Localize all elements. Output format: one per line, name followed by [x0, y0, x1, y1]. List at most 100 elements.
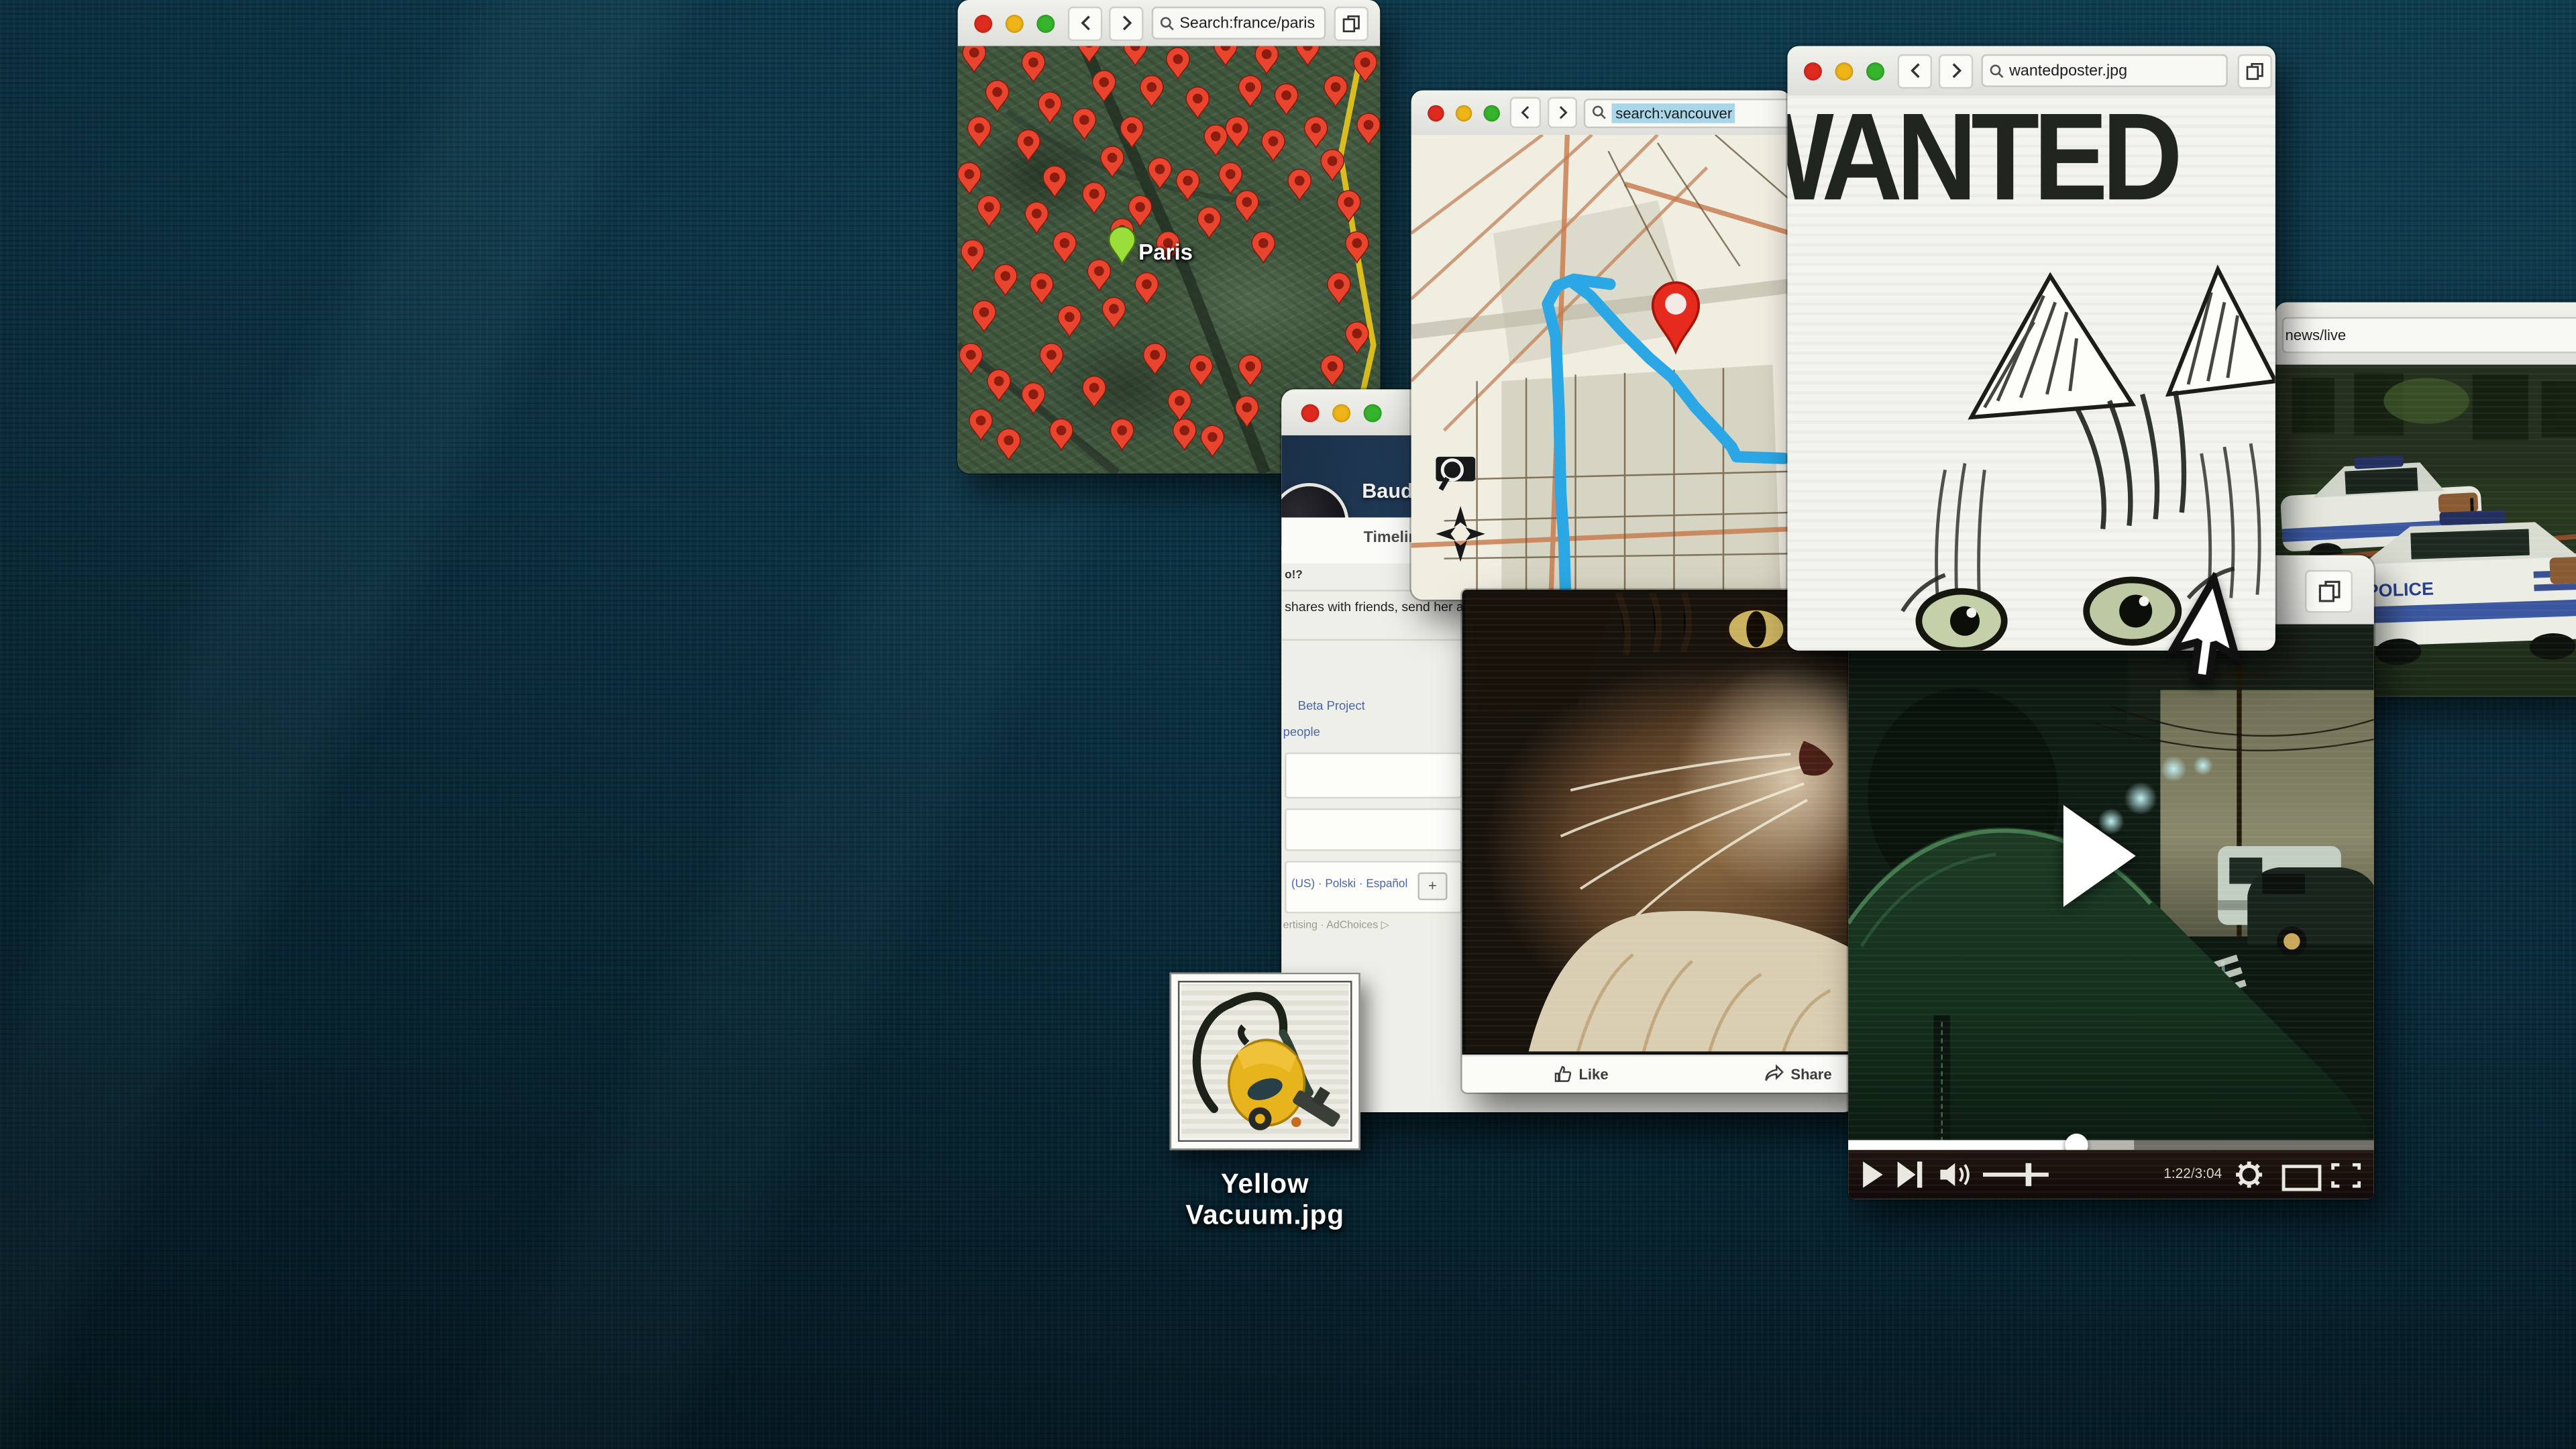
vancouver-browser-window: search:vancouver [1411, 91, 1791, 600]
streetview-camera-icon[interactable] [1434, 450, 1477, 493]
minimize-button[interactable] [1456, 105, 1472, 121]
zoom-button[interactable] [1483, 105, 1499, 121]
poster-paper: WANTED [1787, 95, 2275, 651]
settings-gear-icon[interactable] [2236, 1161, 2262, 1187]
paris-titlebar: Search:france/paris [958, 0, 1380, 48]
paris-place-label: Paris [1138, 240, 1193, 265]
window-controls [974, 14, 1055, 32]
volume-icon[interactable] [1940, 1163, 1976, 1186]
close-button[interactable] [1804, 62, 1822, 80]
text-fragment: o!? [1285, 570, 1303, 582]
zoom-button[interactable] [1036, 14, 1055, 32]
search-value-selected: search:vancouver [1612, 103, 1735, 122]
theater-mode-button[interactable] [2282, 1165, 2322, 1191]
file-name-line1: Yellow [1117, 1170, 1413, 1201]
news-titlebar: news/live [2275, 303, 2576, 367]
copy-icon [2246, 62, 2264, 80]
share-label: Share [1790, 1065, 1831, 1081]
video-player-window: 1:22/3:04 [1848, 555, 2374, 1199]
volume-slider[interactable] [1983, 1161, 2052, 1187]
time-display: 1:22/3:04 [2163, 1165, 2222, 1181]
minimize-button[interactable] [1332, 403, 1350, 421]
add-language-button[interactable]: + [1417, 872, 1447, 900]
vancouver-map-canvas[interactable] [1411, 135, 1791, 600]
share-button[interactable]: Share [1764, 1065, 1831, 1083]
footer-links[interactable]: ertising · AdChoices ▷ [1283, 918, 1389, 932]
close-button[interactable] [1428, 105, 1444, 121]
play-icon[interactable] [1862, 1161, 1884, 1187]
time-total: 3:04 [2195, 1165, 2222, 1181]
chevron-left-icon [1079, 15, 1092, 31]
vacuum-illustration [1181, 984, 1349, 1138]
file-value: wantedposter.jpg [2009, 62, 2127, 80]
facebook-card [1285, 808, 1462, 851]
chevron-left-icon [1519, 105, 1531, 120]
cat-photo-card: Like Share [1462, 590, 1857, 1092]
chevron-left-icon [1908, 62, 1921, 78]
chevron-right-icon [1949, 62, 1963, 78]
video-control-bar: 1:22/3:04 [1848, 1150, 2374, 1199]
poster-headline: WANTED [1787, 95, 2176, 228]
zoom-button[interactable] [1866, 62, 1884, 80]
address-input[interactable]: news/live [2282, 317, 2576, 354]
chevron-right-icon [1120, 15, 1133, 31]
share-arrow-icon [1764, 1065, 1784, 1083]
desktop-collage: Search:france/paris Paris [0, 0, 2576, 1449]
next-icon[interactable] [1898, 1161, 1924, 1187]
back-button[interactable] [1068, 6, 1102, 40]
zoom-button[interactable] [1364, 403, 1382, 421]
facebook-language-card: (US) · Polski · Español + [1285, 861, 1462, 913]
search-icon [1990, 63, 2004, 78]
wanted-poster-window: wantedposter.jpg WANTED [1787, 46, 2275, 651]
close-button[interactable] [1301, 403, 1320, 421]
thumbs-up-icon [1554, 1065, 1572, 1083]
file-name-label[interactable]: Yellow Vacuum.jpg [1117, 1170, 1413, 1232]
video-progress-track[interactable] [1848, 1140, 2374, 1150]
bio-text: shares with friends, send her a fr [1285, 600, 1462, 619]
file-thumbnail-yellow-vacuum[interactable] [1170, 973, 1360, 1150]
forward-button[interactable] [1109, 6, 1143, 40]
search-input[interactable]: search:vancouver [1585, 98, 1791, 127]
close-button[interactable] [974, 14, 992, 32]
link-beta-project[interactable]: Beta Project [1298, 698, 1365, 713]
video-frame[interactable] [1848, 625, 2374, 1147]
chevron-right-icon [1556, 105, 1568, 120]
link-people[interactable]: people [1283, 724, 1320, 739]
fullscreen-icon[interactable] [2331, 1163, 2361, 1188]
play-button[interactable] [2059, 802, 2141, 910]
window-controls [1301, 403, 1382, 421]
paris-green-pin-icon [1108, 227, 1137, 266]
forward-button[interactable] [1547, 97, 1578, 128]
copy-icon [2317, 580, 2340, 602]
search-icon [1160, 15, 1175, 30]
vacuum-image [1181, 984, 1349, 1138]
copy-icon [1342, 14, 1360, 32]
forward-button[interactable] [1939, 54, 1973, 88]
photo-action-bar: Like Share [1462, 1055, 1857, 1092]
police-text: POLICE [2366, 579, 2434, 601]
back-button[interactable] [1510, 97, 1541, 128]
minimize-button[interactable] [1835, 62, 1854, 80]
like-button[interactable]: Like [1554, 1065, 1609, 1083]
time-current: 1:22 [2163, 1165, 2191, 1181]
like-label: Like [1578, 1065, 1608, 1081]
new-window-button[interactable] [1334, 6, 1368, 40]
cat-photo [1462, 590, 1857, 1055]
cat-photo-detail [1462, 590, 1857, 1055]
minimize-button[interactable] [1006, 14, 1024, 32]
new-window-button[interactable] [2305, 570, 2353, 613]
file-input[interactable]: wantedposter.jpg [1981, 54, 2227, 87]
search-value: Search:france/paris [1179, 14, 1315, 32]
language-links[interactable]: (US) · Polski · Español [1291, 879, 1407, 890]
new-window-button[interactable] [2238, 54, 2272, 88]
facebook-card [1285, 753, 1462, 799]
vancouver-titlebar: search:vancouver [1411, 91, 1791, 137]
desktop: Search:france/paris Paris [0, 0, 2576, 1449]
time-separator: / [2191, 1165, 2195, 1181]
search-input[interactable]: Search:france/paris [1152, 7, 1326, 40]
back-button[interactable] [1898, 54, 1932, 88]
compass-icon[interactable] [1436, 506, 1485, 561]
played-bar [1848, 1140, 2077, 1150]
window-controls [1428, 105, 1500, 121]
window-controls [1804, 62, 1884, 80]
